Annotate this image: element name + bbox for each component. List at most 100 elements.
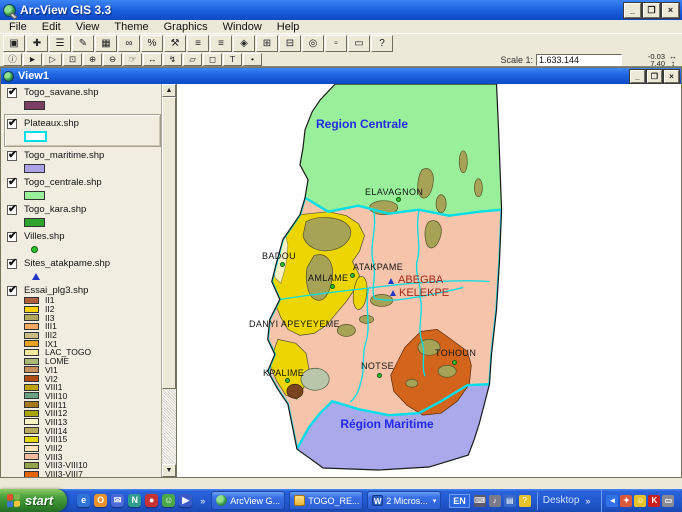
word-icon: W (372, 495, 383, 506)
theme-properties-button[interactable]: ☰ (49, 35, 71, 52)
class-label: VIII10 (45, 392, 67, 400)
browser-icon[interactable]: ● (145, 494, 158, 507)
theme-togo-maritime[interactable]: ✔ Togo_maritime.shp (7, 150, 161, 174)
add-theme-button[interactable]: ✚ (26, 35, 48, 52)
clear-selection-button[interactable]: ▭ (348, 35, 370, 52)
scrollbar-track[interactable] (162, 389, 176, 464)
desktop-overflow-icon[interactable]: » (583, 496, 592, 506)
theme-togo-savane[interactable]: ✔ Togo_savane.shp (7, 87, 161, 111)
open-theme-table-button[interactable]: ▦ (95, 35, 117, 52)
help-tray-icon[interactable]: ? (519, 495, 531, 507)
zoom-active-themes-button[interactable]: ≡ (210, 35, 232, 52)
vertex-edit-tool[interactable]: ▷ (43, 53, 62, 66)
hot-link-tool[interactable]: ↯ (163, 53, 182, 66)
menu-edit[interactable]: Edit (42, 21, 61, 33)
zoom-out-tool[interactable]: ⊖ (103, 53, 122, 66)
start-button[interactable]: start (0, 489, 67, 512)
legend-class-row[interactable]: VIII13 (24, 418, 161, 427)
legend-class-row[interactable]: VIII10 (24, 392, 161, 401)
zoom-previous-button[interactable]: ◎ (302, 35, 324, 52)
menu-file[interactable]: File (9, 21, 27, 33)
menu-graphics[interactable]: Graphics (164, 21, 208, 33)
theme-villes[interactable]: ✔ Villes.shp (7, 231, 161, 255)
task-word-group[interactable]: W 2 Micros... ▾ (367, 491, 441, 510)
view-close-button[interactable]: × (664, 70, 679, 83)
keyboard-icon[interactable]: ⌨ (474, 495, 486, 507)
pointer-tool[interactable]: ► (23, 53, 42, 66)
measure-tool[interactable]: ↔ (143, 53, 162, 66)
callout-tool[interactable]: ◻ (203, 53, 222, 66)
scrollbar-thumb[interactable] (162, 97, 176, 389)
theme-plateaux[interactable]: ✔ Plateaux.shp (4, 114, 161, 147)
media-icon[interactable]: ▶ (179, 494, 192, 507)
scale-label: Scale 1: (500, 55, 533, 65)
legend-class-row[interactable]: VIII3-VIII7 (24, 470, 161, 477)
arcview-task-icon (216, 495, 227, 506)
help-button[interactable]: ? (371, 35, 393, 52)
rollback-icon[interactable]: ◄ (606, 495, 618, 507)
kaspersky-icon[interactable]: K (648, 495, 660, 507)
theme-sites-atakpame[interactable]: ✔ Sites_atakpame.shp (7, 258, 161, 282)
menu-view[interactable]: View (76, 21, 100, 33)
scroll-down-icon[interactable]: ▼ (162, 464, 176, 477)
microphone-icon[interactable]: ♪ (489, 495, 501, 507)
language-indicator[interactable]: EN (449, 494, 470, 508)
theme-checkbox[interactable]: ✔ (7, 178, 17, 188)
identify-tool[interactable]: ⓘ (3, 53, 22, 66)
restore-button[interactable]: ❐ (643, 3, 660, 18)
zoom-selected-button[interactable]: ◈ (233, 35, 255, 52)
pan-tool[interactable]: ☞ (123, 53, 142, 66)
scroll-up-icon[interactable]: ▲ (162, 84, 176, 97)
desktop-toolbar[interactable]: Desktop » (537, 492, 598, 510)
text-tool[interactable]: T (223, 53, 242, 66)
mouse-icon[interactable]: ▭ (662, 495, 674, 507)
map-canvas[interactable]: Region Centrale Région Maritime ELAVAGNO… (177, 84, 681, 477)
network-icon[interactable]: N (128, 494, 141, 507)
task-togo-folder[interactable]: TOGO_RE... (289, 491, 363, 510)
view-restore-button[interactable]: ❐ (647, 70, 662, 83)
class-swatch (24, 384, 39, 391)
task-arcview[interactable]: ArcView G... (211, 491, 285, 510)
query-builder-button[interactable]: ⚒ (164, 35, 186, 52)
zoom-out-button[interactable]: ⊟ (279, 35, 301, 52)
outlook-icon[interactable]: O (94, 494, 107, 507)
label-tool[interactable]: ▱ (183, 53, 202, 66)
legend-class-row[interactable]: VI1 (24, 366, 161, 375)
update-icon[interactable]: ✦ (620, 495, 632, 507)
theme-togo-kara[interactable]: ✔ Togo_kara.shp (7, 204, 161, 228)
minimize-button[interactable]: _ (624, 3, 641, 18)
theme-checkbox[interactable]: ✔ (7, 232, 17, 242)
find-button[interactable]: ∞ (118, 35, 140, 52)
menu-theme[interactable]: Theme (114, 21, 148, 33)
menu-window[interactable]: Window (223, 21, 262, 33)
theme-checkbox[interactable]: ✔ (7, 205, 17, 215)
theme-checkbox[interactable]: ✔ (7, 151, 17, 161)
legend-scrollbar[interactable]: ▲ ▼ (161, 84, 176, 477)
zoom-in-button[interactable]: ⊞ (256, 35, 278, 52)
menu-help[interactable]: Help (277, 21, 300, 33)
messenger-icon[interactable]: ☺ (162, 494, 175, 507)
edit-legend-button[interactable]: ✎ (72, 35, 94, 52)
view-minimize-button[interactable]: _ (630, 70, 645, 83)
scale-input[interactable] (536, 54, 622, 66)
mail-icon[interactable]: ✉ (111, 494, 124, 507)
select-feature-tool[interactable]: ⊡ (63, 53, 82, 66)
close-button[interactable]: × (662, 3, 679, 18)
draw-point-tool[interactable]: • (243, 53, 262, 66)
theme-togo-centrale[interactable]: ✔ Togo_centrale.shp (7, 177, 161, 201)
zoom-in-tool[interactable]: ⊕ (83, 53, 102, 66)
theme-checkbox[interactable]: ✔ (7, 119, 17, 129)
ie-icon[interactable]: e (77, 494, 90, 507)
zoom-full-extent-button[interactable]: ≡ (187, 35, 209, 52)
locate-address-button[interactable]: % (141, 35, 163, 52)
class-swatch (24, 366, 39, 373)
theme-checkbox[interactable]: ✔ (7, 286, 17, 296)
theme-checkbox[interactable]: ✔ (7, 259, 17, 269)
smiley-icon[interactable]: ☺ (634, 495, 646, 507)
tablet-icon[interactable]: ▤ (504, 495, 516, 507)
select-features-button[interactable]: ▫ (325, 35, 347, 52)
quick-launch-overflow-icon[interactable]: » (198, 496, 207, 506)
save-project-button[interactable]: ▣ (3, 35, 25, 52)
theme-essai-plg3[interactable]: ✔ Essai_plg3.shp II1 II2 II3 III1 III2 I… (7, 285, 161, 477)
theme-checkbox[interactable]: ✔ (7, 88, 17, 98)
